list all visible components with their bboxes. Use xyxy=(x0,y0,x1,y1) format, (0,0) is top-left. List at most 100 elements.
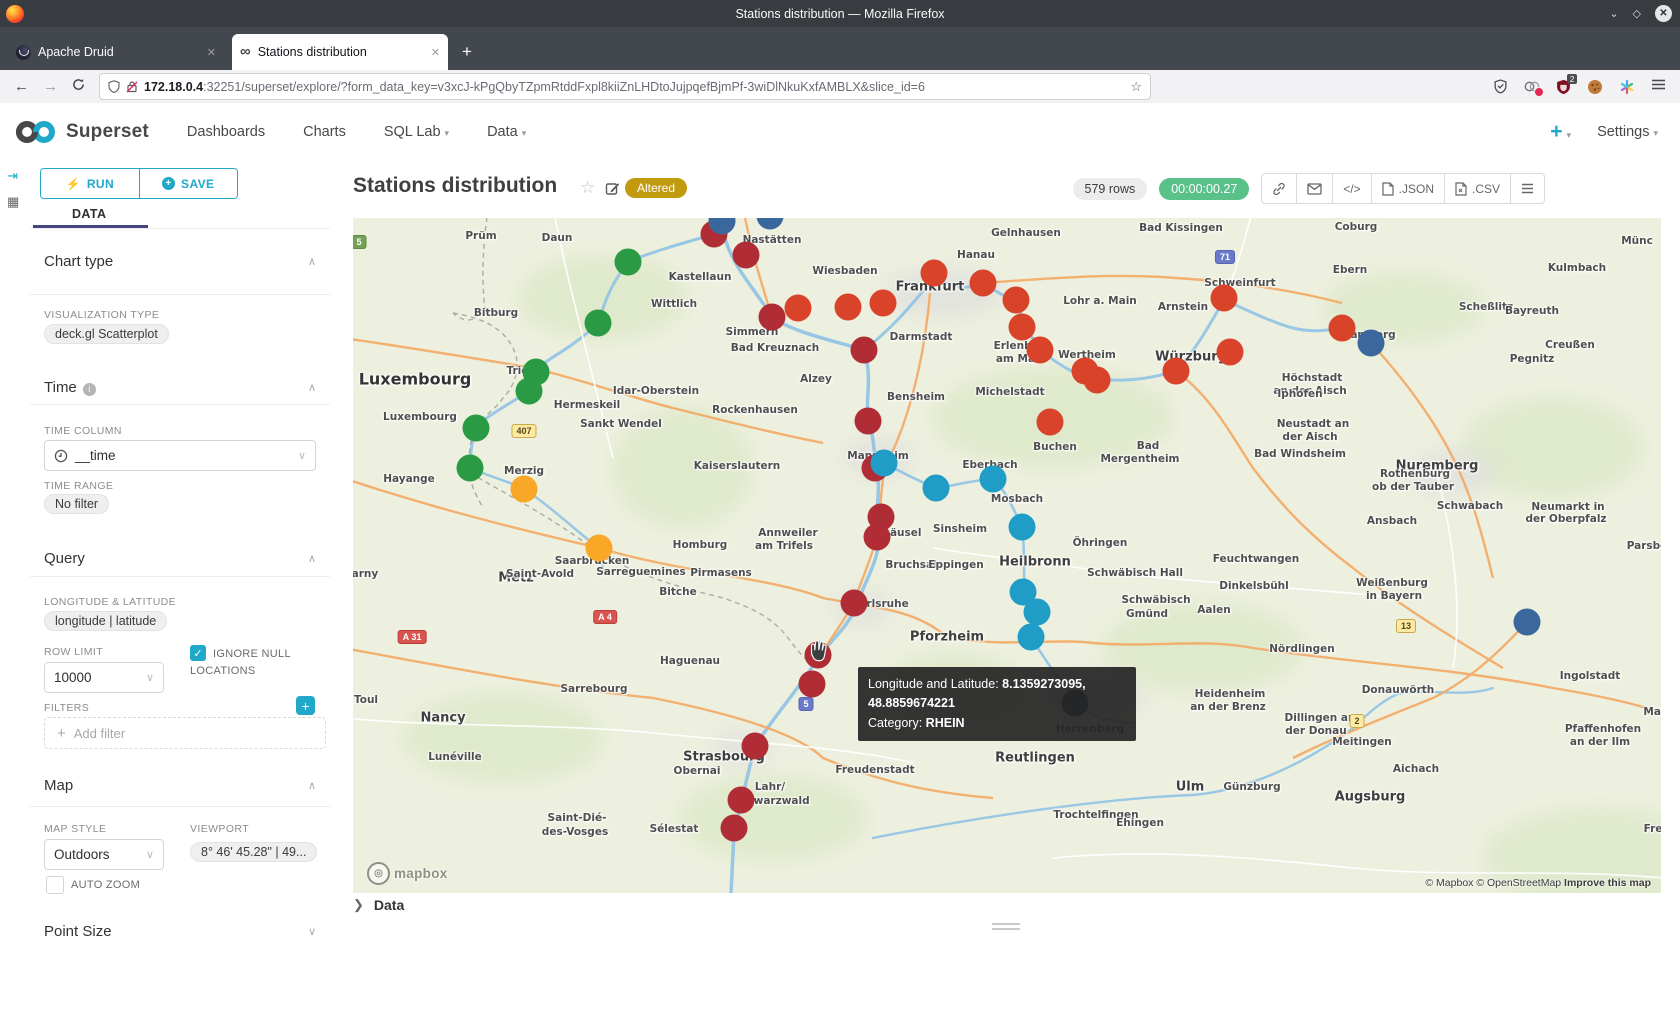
bookmark-star-icon[interactable]: ☆ xyxy=(1130,79,1142,95)
map-dot-main[interactable] xyxy=(870,290,897,317)
auto-zoom-checkbox[interactable] xyxy=(46,876,64,894)
nav-data[interactable]: Data▾ xyxy=(487,124,526,140)
map-dot-rhein[interactable] xyxy=(855,408,882,435)
viewport-chip[interactable]: 8° 46' 45.28" | 49... xyxy=(190,842,317,862)
back-button[interactable]: ← xyxy=(14,78,29,95)
extension-pinwheel-icon[interactable] xyxy=(1619,79,1635,95)
altered-badge[interactable]: Altered xyxy=(625,178,687,198)
cookie-extension-icon[interactable] xyxy=(1587,79,1603,95)
map-dot-rhein[interactable] xyxy=(742,733,769,760)
map-dot-main[interactable] xyxy=(1163,358,1190,385)
map-dot-main[interactable] xyxy=(1003,287,1030,314)
dataset-grid-icon[interactable]: ▦ xyxy=(7,194,19,210)
map-dot-rhein[interactable] xyxy=(759,304,786,331)
email-share-button[interactable] xyxy=(1296,174,1332,203)
insecure-lock-icon[interactable] xyxy=(126,80,138,93)
map-dot-main[interactable] xyxy=(1009,314,1036,341)
attrib-improve-link[interactable]: Improve this map xyxy=(1564,877,1651,889)
map-dot-rhein[interactable] xyxy=(728,787,755,814)
map-dot-main[interactable] xyxy=(1211,285,1238,312)
new-tab-button[interactable]: + xyxy=(462,42,472,62)
map-dot-mosel[interactable] xyxy=(585,310,612,337)
map-dot-main[interactable] xyxy=(1217,339,1244,366)
map-dot-main[interactable] xyxy=(835,294,862,321)
browser-menu-icon[interactable] xyxy=(1651,78,1666,96)
map-dot-mosel[interactable] xyxy=(457,455,484,482)
panel-resize-handle[interactable] xyxy=(992,923,1020,933)
export-csv-button[interactable]: .CSV xyxy=(1444,174,1510,203)
window-maximize-icon[interactable]: ◇ xyxy=(1633,7,1641,20)
map-dot-neckar[interactable] xyxy=(980,466,1007,493)
ublock-origin-icon[interactable]: 2 xyxy=(1556,79,1571,95)
map-dot-rhein[interactable] xyxy=(864,524,891,551)
map-style-select[interactable]: Outdoors ∨ xyxy=(44,839,164,870)
superset-logo[interactable]: Superset xyxy=(14,117,149,147)
mapbox-logo[interactable]: ◎ mapbox xyxy=(367,862,448,885)
nav-dashboards[interactable]: Dashboards xyxy=(187,124,265,140)
map-dot-main[interactable] xyxy=(1037,409,1064,436)
map-dot-steel[interactable] xyxy=(1514,609,1541,636)
shield-permissions-icon[interactable] xyxy=(108,80,120,93)
time-range-chip[interactable]: No filter xyxy=(44,494,109,514)
map-dot-main[interactable] xyxy=(1084,367,1111,394)
map-dot-neckar[interactable] xyxy=(1009,514,1036,541)
time-column-select[interactable]: __time ∨ xyxy=(44,440,316,471)
nav-settings[interactable]: Settings▾ xyxy=(1597,124,1658,140)
map-dot-main[interactable] xyxy=(970,270,997,297)
map-dot-rhein[interactable] xyxy=(841,590,868,617)
map-dot-main[interactable] xyxy=(921,260,948,287)
embed-code-button[interactable]: </> xyxy=(1332,174,1370,203)
tab-stations-distribution[interactable]: ∞ Stations distribution ✕ xyxy=(232,34,448,70)
window-close-icon[interactable]: ✕ xyxy=(1655,5,1672,22)
attrib-osm[interactable]: © OpenStreetMap xyxy=(1476,877,1561,889)
map-dot-neckar[interactable] xyxy=(1024,599,1051,626)
map-dot-neckar[interactable] xyxy=(1018,624,1045,651)
map-dot-mosel[interactable] xyxy=(615,249,642,276)
map-dot-main[interactable] xyxy=(785,295,812,322)
section-map[interactable]: Map∧ xyxy=(44,777,316,794)
attrib-mapbox[interactable]: © Mapbox xyxy=(1425,877,1473,889)
add-filter-plus-button[interactable]: + xyxy=(296,696,315,715)
collapse-dataset-panel-icon[interactable]: ⇥ xyxy=(7,168,18,184)
map-dot-main[interactable] xyxy=(1329,315,1356,342)
map-dot-rhein[interactable] xyxy=(799,671,826,698)
pocket-shield-icon[interactable] xyxy=(1493,79,1508,94)
tab-data[interactable]: DATA xyxy=(72,207,106,221)
section-chart-type[interactable]: Chart type∧ xyxy=(44,253,316,270)
tab-close-icon[interactable]: ✕ xyxy=(431,46,440,59)
window-minimize-icon[interactable]: ⌄ xyxy=(1609,7,1618,20)
tab-close-icon[interactable]: ✕ xyxy=(207,46,216,59)
section-time[interactable]: Timei ∧ xyxy=(44,379,316,396)
map-dot-steel[interactable] xyxy=(1358,330,1385,357)
map-dot-saar[interactable] xyxy=(586,535,613,562)
map-dot-rhein[interactable] xyxy=(733,242,760,269)
viz-type-chip[interactable]: deck.gl Scatterplot xyxy=(44,324,169,344)
row-limit-select[interactable]: 10000 ∨ xyxy=(44,662,164,693)
nav-charts[interactable]: Charts xyxy=(303,124,346,140)
favorite-star-icon[interactable]: ☆ xyxy=(580,178,595,198)
reload-button[interactable] xyxy=(72,78,85,95)
chart-menu-button[interactable] xyxy=(1510,174,1544,203)
lonlat-chip[interactable]: longitude | latitude xyxy=(44,611,167,631)
new-chart-plus-button[interactable]: +▾ xyxy=(1550,120,1571,144)
copy-link-button[interactable] xyxy=(1262,174,1296,203)
url-bar[interactable]: 172.18.0.4:32251/superset/explore/?form_… xyxy=(99,73,1151,100)
map-canvas[interactable]: PrümDaunNastättenGelnhausenBad Kissingen… xyxy=(353,218,1661,893)
map-dot-rhein[interactable] xyxy=(721,815,748,842)
section-query[interactable]: Query∧ xyxy=(44,550,316,567)
data-panel-toggle[interactable]: ❯ Data xyxy=(353,897,404,913)
map-dot-rhein[interactable] xyxy=(851,337,878,364)
forward-button[interactable]: → xyxy=(43,78,58,95)
edit-properties-icon[interactable] xyxy=(605,181,620,201)
nav-sql-lab[interactable]: SQL Lab▾ xyxy=(384,124,449,140)
map-dot-mosel[interactable] xyxy=(463,415,490,442)
export-json-button[interactable]: .JSON xyxy=(1371,174,1444,203)
run-button[interactable]: ⚡ RUN xyxy=(41,169,139,198)
tab-apache-druid[interactable]: Apache Druid ✕ xyxy=(8,34,224,70)
map-dot-neckar[interactable] xyxy=(871,450,898,477)
map-dot-saar[interactable] xyxy=(511,476,538,503)
add-filter-dropzone[interactable]: + Add filter xyxy=(44,717,326,749)
ignore-null-checkbox[interactable]: ✓ xyxy=(190,645,206,661)
map-dot-mosel[interactable] xyxy=(516,378,543,405)
save-button[interactable]: + SAVE xyxy=(139,169,238,198)
